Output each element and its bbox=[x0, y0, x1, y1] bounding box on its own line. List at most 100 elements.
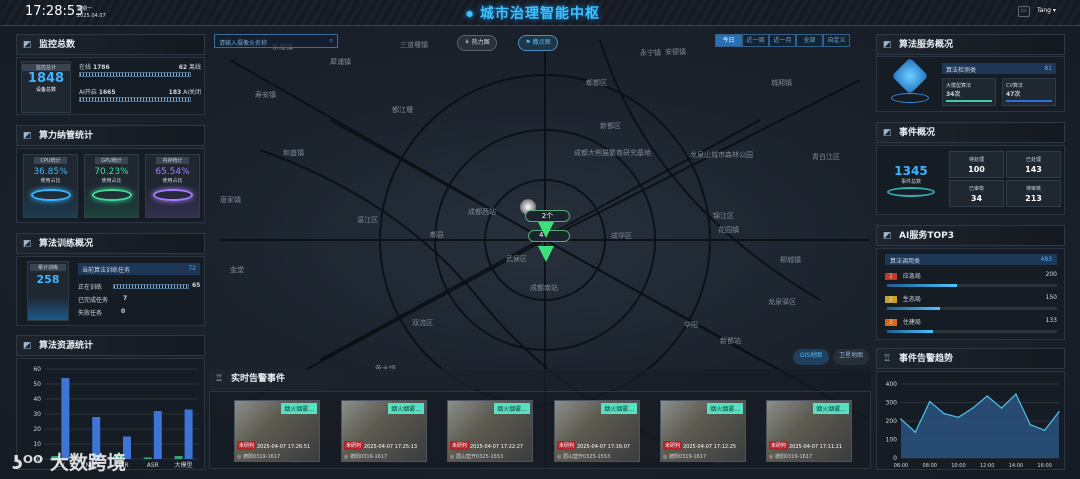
training-total: 累计训练 258 bbox=[27, 261, 69, 321]
map-place-label: 寿安镇 bbox=[255, 91, 276, 99]
time-range-tabs: 今日 近一周 近一月 全部 自定义 bbox=[715, 34, 850, 47]
alert-location: ◎ 眉山营开0325-1553 bbox=[450, 454, 504, 460]
top3-progress bbox=[887, 284, 1057, 287]
alert-location: ◎ 德阳0319-1617 bbox=[344, 454, 388, 460]
x-tick-label: 06:00 bbox=[894, 463, 908, 469]
satellite-map-button[interactable]: 卫星地图 bbox=[833, 349, 869, 365]
bar-blue bbox=[61, 378, 70, 459]
monitor-panel: 监控总计 1848 设备总数 在线 1786 62 离线 AI开启 1665 183… bbox=[16, 57, 205, 115]
rank-badge: 2 bbox=[885, 296, 897, 303]
status-badge: 未研判 bbox=[663, 441, 683, 450]
camera-search-input[interactable]: 请输入摄像头名称 ⌕ bbox=[214, 34, 338, 48]
y-tick-label: 50 bbox=[33, 381, 41, 388]
trend-chart-panel: 0 100 200 300 400 06:00 08:00 10:00 12:00 14:00 16… bbox=[876, 371, 1065, 470]
map-place-label: 成都南站 bbox=[530, 284, 558, 292]
top3-row: 1 应急局 200 bbox=[885, 271, 1057, 280]
time-tab[interactable]: 全部 bbox=[796, 34, 823, 47]
top3-panel: 算法调用类 483 1 应急局 200 2 生态局 150 3 住建局 133 bbox=[876, 248, 1065, 340]
time-tab[interactable]: 自定义 bbox=[823, 34, 850, 47]
alert-type-tag: 烟火烟雾... bbox=[813, 403, 849, 414]
user-menu[interactable]: Tang ▾ bbox=[1037, 7, 1056, 14]
panel-icon: ◩ bbox=[23, 131, 32, 141]
map-place-label: 龙泉驿区 bbox=[768, 298, 796, 306]
device-total: 监控总计 1848 设备总数 bbox=[21, 61, 71, 113]
event-stat: 已审核 34 bbox=[949, 180, 1004, 207]
data-point bbox=[1043, 429, 1046, 432]
panel-icon: ◩ bbox=[883, 128, 892, 138]
event-stat: 待处理 100 bbox=[949, 151, 1004, 178]
map-place-label: 新都站 bbox=[720, 337, 741, 345]
time-tab[interactable]: 近一周 bbox=[742, 34, 769, 47]
page-title: ✹ 城市治理智能中枢 bbox=[465, 6, 601, 22]
y-tick-label: 300 bbox=[886, 400, 898, 407]
top3-progress bbox=[887, 307, 1057, 310]
logo-icon: ✹ bbox=[465, 8, 481, 21]
map-place-label: 唐家镇 bbox=[220, 196, 241, 204]
alert-card[interactable]: 烟火烟雾... 未研判 2025-04-07 17:16:07 ◎ 眉山营开0325-… bbox=[554, 400, 640, 462]
y-tick-label: 200 bbox=[886, 418, 898, 425]
alert-card[interactable]: 烟火烟雾... 未研判 2025-04-07 17:11:21 ◎ 德阳0319-16… bbox=[766, 400, 852, 462]
status-badge: 未研判 bbox=[557, 441, 577, 450]
map-place-label: 成华区 bbox=[611, 232, 632, 240]
data-point bbox=[1015, 393, 1017, 395]
training-panel-header: ◩ 算法训练概况 bbox=[16, 233, 205, 254]
data-point bbox=[1029, 423, 1032, 426]
location-pin-icon[interactable] bbox=[538, 246, 554, 262]
map-place-label: 新都区 bbox=[600, 122, 621, 130]
llm-algo-stat: 大模型算法 34次 bbox=[942, 78, 996, 106]
alert-card[interactable]: 烟火烟雾... 未研判 2025-04-07 17:22:27 ◎ 眉山营开0325-… bbox=[447, 400, 533, 462]
bar-green bbox=[143, 457, 152, 459]
clock: 17:28:53 bbox=[25, 4, 84, 19]
status-badge: 未研判 bbox=[769, 441, 789, 450]
scatter-map-button[interactable]: ⚑ 撒点图 bbox=[518, 35, 558, 51]
data-point bbox=[986, 395, 988, 397]
alerts-panel: 烟火烟雾... 未研判 2025-04-07 17:26:51 ◎ 德阳0319-16… bbox=[209, 391, 871, 469]
bar-green bbox=[174, 456, 183, 459]
compute-panel: CPU统计 36.85% 使用占比 GPU统计 70.23% 使用占比 内存统计 65.54%… bbox=[16, 148, 205, 223]
alarm-icon: ♖ bbox=[883, 354, 892, 364]
cube-icon bbox=[891, 57, 929, 95]
alert-type-tag: 烟火烟雾... bbox=[494, 403, 530, 414]
event-stat: 已处理 143 bbox=[1006, 151, 1061, 178]
y-tick-label: 400 bbox=[886, 381, 898, 388]
top3-row: 2 生态局 150 bbox=[885, 294, 1057, 303]
alert-card[interactable]: 烟火烟雾... 未研判 2025-04-07 17:25:13 ◎ 德阳0319-16… bbox=[341, 400, 427, 462]
message-icon[interactable]: ▭ bbox=[1018, 6, 1030, 17]
data-point bbox=[928, 400, 931, 403]
alert-card[interactable]: 烟火烟雾... 未研判 2025-04-07 17:12:25 ◎ 德阳0319-16… bbox=[660, 400, 746, 462]
alert-time: 2025-04-07 17:25:13 bbox=[364, 444, 418, 450]
weekday: 星期一 bbox=[77, 6, 93, 12]
y-tick-label: 40 bbox=[33, 396, 41, 403]
top3-row: 3 住建局 133 bbox=[885, 317, 1057, 326]
x-tick-label: 16:00 bbox=[1037, 463, 1051, 469]
alert-location: ◎ 眉山营开0325-1553 bbox=[557, 454, 611, 460]
data-point bbox=[1000, 407, 1003, 409]
data-point bbox=[972, 407, 974, 409]
alert-card[interactable]: 烟火烟雾... 未研判 2025-04-07 17:26:51 ◎ 德阳0319-16… bbox=[234, 400, 320, 462]
time-tab[interactable]: 今日 bbox=[715, 34, 742, 47]
alerts-header: ♖ 实时告警事件 bbox=[209, 369, 871, 390]
panel-icon: ◩ bbox=[23, 40, 32, 50]
search-icon[interactable]: ⌕ bbox=[330, 37, 333, 45]
alert-type-tag: 烟火烟雾... bbox=[707, 403, 743, 414]
current-training-tasks: 当前算法训练任务 72 bbox=[78, 263, 200, 275]
map-place-label: 华阳 bbox=[684, 321, 698, 329]
top3-progress bbox=[887, 330, 1057, 333]
data-point bbox=[1058, 410, 1060, 413]
chip-icon bbox=[30, 189, 71, 201]
location-pin-icon[interactable] bbox=[538, 222, 554, 238]
alert-location: ◎ 德阳0319-1617 bbox=[769, 454, 813, 460]
x-tick-label: 大模型 bbox=[175, 461, 193, 469]
time-tab[interactable]: 近一月 bbox=[769, 34, 796, 47]
map-place-label: 成都大熊猫繁育研究基地 bbox=[574, 149, 651, 157]
events-panel: 1345 事件总数 待处理 100 已处理 143 已审核 34 待审核 213 bbox=[876, 145, 1065, 215]
cluster-marker[interactable]: 2个 bbox=[525, 210, 570, 222]
heatmap-button[interactable]: ⚘ 热力图 bbox=[457, 35, 497, 51]
alarm-icon: ♖ bbox=[215, 374, 224, 384]
algo-service-header: ◩ 算法服务概况 bbox=[876, 34, 1065, 55]
gis-map-button[interactable]: GIS地图 bbox=[793, 349, 829, 365]
map-place-label: 郫都区 bbox=[586, 79, 607, 87]
training-panel: 累计训练 258 当前算法训练任务 72 正在训练 65 已完成任务 7 失败任务… bbox=[16, 256, 205, 326]
x-tick-label: 10:00 bbox=[951, 463, 965, 469]
y-tick-label: 30 bbox=[33, 411, 41, 418]
